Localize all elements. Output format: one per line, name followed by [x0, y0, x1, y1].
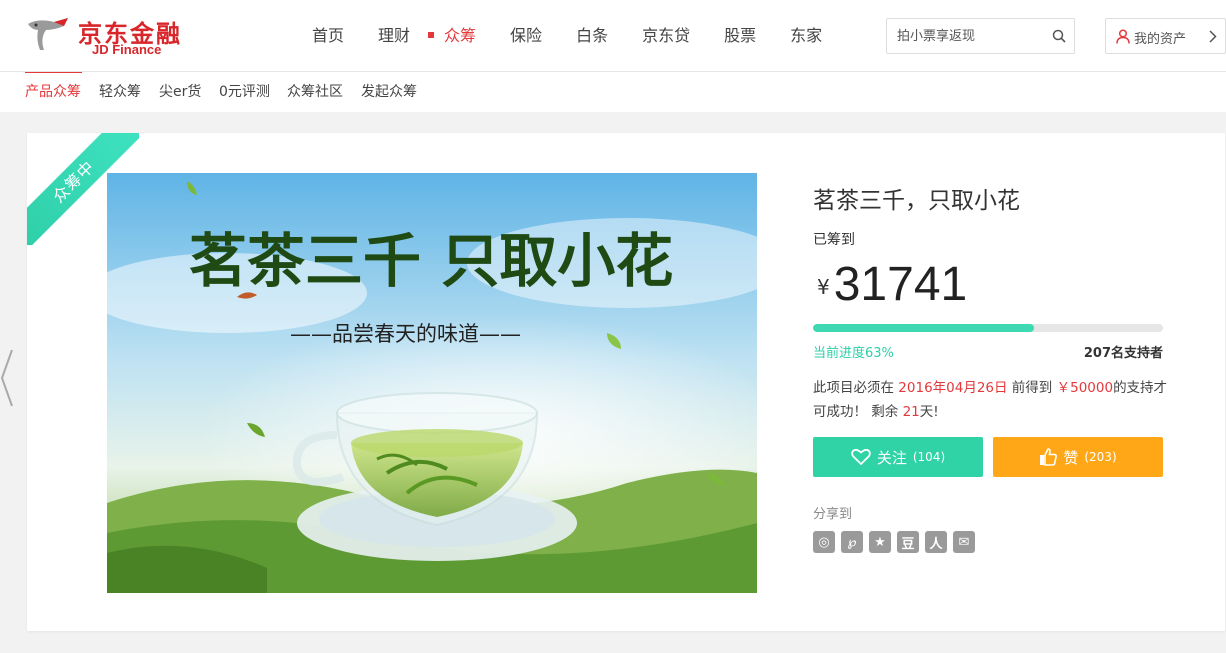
nav-item-dongjia[interactable]: 东家	[773, 0, 839, 72]
nav-label: 白条	[576, 26, 609, 45]
qzone-icon[interactable]: ★	[869, 531, 891, 553]
nav-item-insurance[interactable]: 保险	[493, 0, 559, 72]
previous-arrow-icon[interactable]	[0, 348, 14, 408]
tab-product-crowdfunding[interactable]: 产品众筹	[25, 72, 81, 112]
renren-icon[interactable]: 人	[925, 531, 947, 553]
weibo-icon[interactable]: ◎	[813, 531, 835, 553]
supporter-count: 207名支持者	[1083, 346, 1163, 361]
raised-amount: ¥31741	[817, 257, 967, 312]
heart-icon	[851, 448, 871, 466]
nav-label: 股票	[724, 26, 757, 45]
nav-item-baitiao[interactable]: 白条	[559, 0, 625, 72]
user-icon	[1116, 29, 1130, 44]
nav-item-wealth[interactable]: 理财	[361, 0, 427, 72]
hero-subtitle: ——品尝春天的味道——	[290, 322, 521, 346]
top-header: 京东金融 JD Finance 首页 理财 众筹 保险 白条 京东贷 股票 东家…	[0, 0, 1226, 72]
chevron-right-icon	[1209, 30, 1217, 43]
wechat-icon[interactable]: ✉	[953, 531, 975, 553]
my-assets-button[interactable]: 我的资产	[1105, 18, 1226, 54]
funding-progress-fill	[813, 324, 1034, 332]
funding-requirement-text: 此项目必须在 2016年04月26日 前得到 ￥50000的支持才可成功！ 剩余…	[813, 376, 1173, 424]
nav-label: 众筹	[444, 26, 477, 45]
currency-symbol: ¥	[817, 275, 830, 299]
project-hero-image[interactable]: 茗茶三千 只取小花 ——品尝春天的味道——	[107, 173, 757, 593]
nav-label: 理财	[378, 26, 411, 45]
my-assets-label: 我的资产	[1134, 32, 1187, 47]
logo-english-text: JD Finance	[92, 42, 162, 57]
raised-amount-value: 31741	[833, 258, 968, 311]
funding-progress-bar	[813, 324, 1163, 332]
thumbs-up-icon	[1040, 448, 1058, 466]
main-nav: 首页 理财 众筹 保险 白条 京东贷 股票 东家	[295, 0, 839, 72]
tab-start-crowdfunding[interactable]: 发起众筹	[361, 72, 417, 112]
jd-finance-logo[interactable]: 京东金融 JD Finance	[24, 14, 204, 60]
days-left: 21	[902, 404, 920, 420]
tab-crowdfunding-community[interactable]: 众筹社区	[287, 72, 343, 112]
desc-prefix: 此项目必须在	[813, 380, 899, 396]
progress-percent: 当前进度63%	[813, 346, 894, 361]
funding-goal: ￥50000	[1056, 380, 1114, 396]
nav-item-stocks[interactable]: 股票	[707, 0, 773, 72]
project-title: 茗茶三千，只取小花	[813, 188, 1020, 214]
nav-item-home[interactable]: 首页	[295, 0, 361, 72]
like-label: 赞	[1063, 448, 1079, 467]
nav-label: 保险	[510, 26, 543, 45]
follow-count: (104)	[912, 450, 946, 464]
tea-cup-illustration: 茗茶三千 只取小花 ——品尝春天的味道——	[107, 173, 757, 593]
search-input[interactable]	[887, 19, 1047, 53]
nav-label: 京东贷	[642, 26, 691, 45]
hero-calligraphy-title: 茗茶三千 只取小花	[189, 227, 673, 295]
sub-nav: 产品众筹 轻众筹 尖er货 0元评测 众筹社区 发起众筹	[0, 72, 1226, 112]
desc-mid: 前得到	[1007, 380, 1057, 396]
follow-button[interactable]: 关注 (104)	[813, 437, 983, 477]
active-dot-icon	[428, 32, 435, 38]
nav-item-crowdfunding[interactable]: 众筹	[427, 0, 493, 72]
days-unit: 天!	[919, 404, 939, 420]
tencent-weibo-icon[interactable]: ℘	[841, 531, 863, 553]
raised-label: 已筹到	[813, 232, 855, 248]
tab-free-review[interactable]: 0元评测	[219, 72, 270, 112]
tab-jianer-goods[interactable]: 尖er货	[159, 72, 201, 112]
project-card: 众筹中 茗茶三千 只取小花 ——品尝春天的味道—— 茗茶三千，只取小花 已筹到 …	[27, 133, 1225, 631]
nav-label: 东家	[790, 26, 823, 45]
share-label: 分享到	[813, 507, 853, 522]
nav-item-jd-loan[interactable]: 京东贷	[625, 0, 707, 72]
tab-light-crowdfunding[interactable]: 轻众筹	[99, 72, 141, 112]
like-count: (203)	[1084, 450, 1117, 464]
search-box	[886, 18, 1075, 54]
search-icon[interactable]	[1052, 29, 1066, 43]
deadline-date: 2016年04月26日	[898, 380, 1008, 396]
share-icons: ◎ ℘ ★ 豆 人 ✉	[813, 531, 975, 553]
jd-dog-logo-icon	[28, 18, 68, 50]
follow-label: 关注	[876, 448, 907, 467]
like-button[interactable]: 赞 (203)	[993, 437, 1163, 477]
nav-label: 首页	[312, 26, 345, 45]
douban-icon[interactable]: 豆	[897, 531, 919, 553]
